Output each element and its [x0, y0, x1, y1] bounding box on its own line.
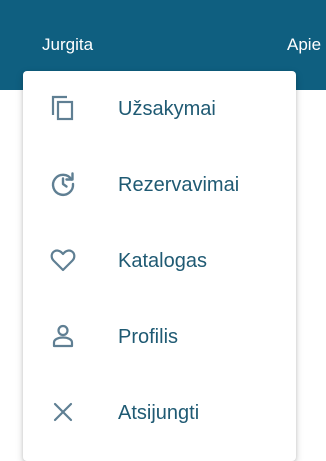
menu-item-profile[interactable]: Profilis — [23, 299, 296, 375]
menu-item-reservations[interactable]: Rezervavimai — [23, 147, 296, 223]
menu-item-label: Profilis — [118, 326, 179, 348]
user-dropdown-menu: Užsakymai Rezervavimai Katalogas Profili… — [23, 71, 296, 461]
about-link[interactable]: Apie — [287, 35, 321, 55]
menu-item-label: Rezervavimai — [118, 174, 240, 196]
close-icon — [49, 398, 77, 426]
heart-icon — [49, 246, 77, 274]
history-icon — [49, 170, 77, 198]
menu-item-label: Katalogas — [118, 250, 207, 272]
menu-item-label: Atsijungti — [118, 402, 200, 424]
copy-icon — [49, 94, 77, 122]
person-icon — [49, 322, 77, 350]
menu-item-orders[interactable]: Užsakymai — [23, 71, 296, 147]
menu-item-catalog[interactable]: Katalogas — [23, 223, 296, 299]
menu-item-label: Užsakymai — [118, 98, 216, 120]
menu-item-logout[interactable]: Atsijungti — [23, 375, 296, 451]
user-name-link[interactable]: Jurgita — [42, 35, 93, 55]
